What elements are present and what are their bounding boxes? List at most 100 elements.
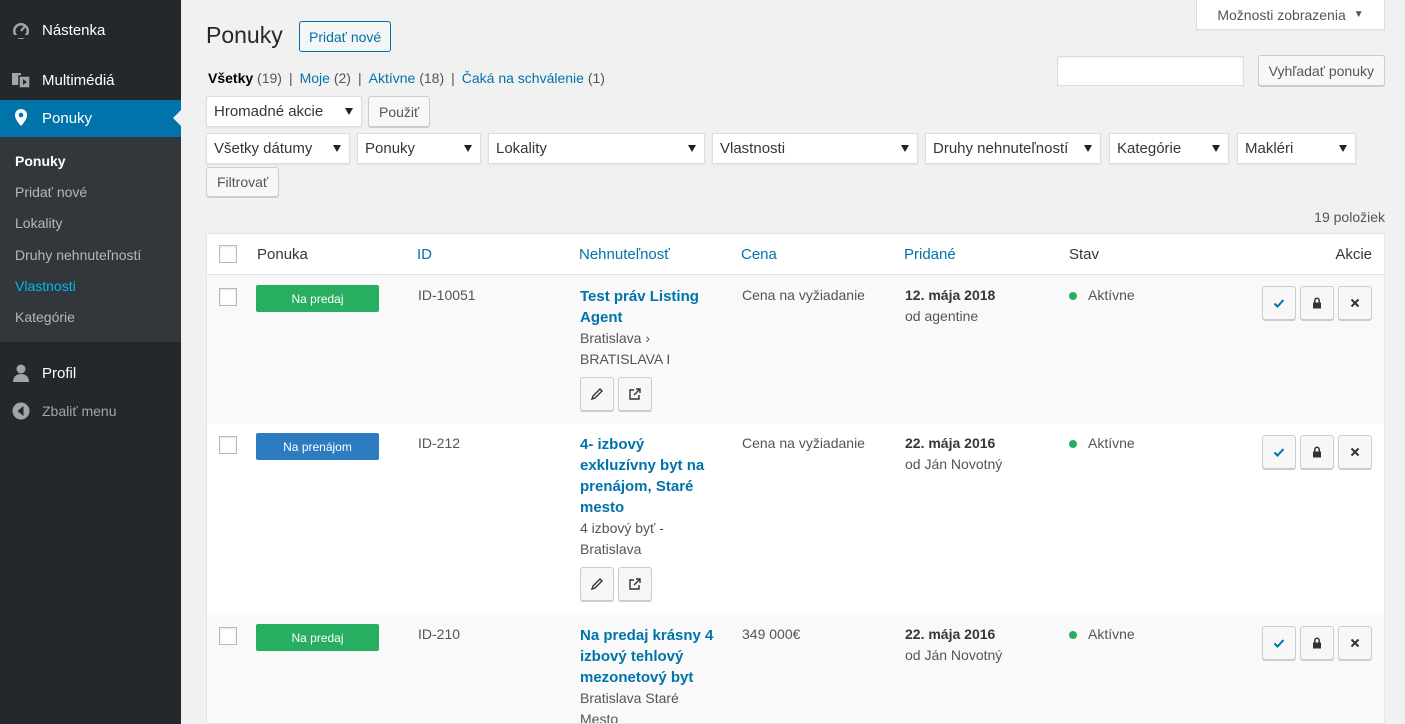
listing-title-link[interactable]: 4- izbový exkluzívny byt na prenájom, Star…	[580, 434, 725, 518]
listing-status: Aktívne	[1088, 626, 1135, 642]
filter-agents-select[interactable]: Makléri	[1237, 133, 1356, 164]
external-link-icon	[629, 388, 641, 400]
location-pin-icon	[11, 108, 31, 128]
view-all[interactable]: Všetky	[208, 70, 253, 86]
listing-price: 349 000€	[742, 626, 801, 642]
lock-icon	[1313, 637, 1321, 649]
check-icon	[1273, 299, 1285, 308]
row-checkbox[interactable]	[219, 627, 237, 645]
delete-button[interactable]	[1338, 286, 1372, 320]
admin-sidebar: Nástenka Multimédiá Ponuky Ponuky Pridať…	[0, 0, 181, 724]
caret-down-icon	[345, 108, 353, 115]
listing-location: Bratislava › BRATISLAVA I	[580, 330, 671, 367]
caret-down-icon	[901, 145, 909, 152]
view-active[interactable]: Aktívne	[369, 70, 416, 86]
listings-table: Ponuka ID Nehnuteľnosť Cena Pridané Stav…	[206, 233, 1385, 724]
filter-locations-select[interactable]: Lokality	[488, 133, 705, 164]
lock-button[interactable]	[1300, 626, 1334, 660]
listing-location: 4 izbový byť - Bratislava	[580, 520, 664, 557]
screen-options-label: Možnosti zobrazenia	[1217, 6, 1346, 23]
view-mine[interactable]: Moje	[300, 70, 330, 86]
collapse-menu-button[interactable]: Zbaliť menu	[0, 393, 181, 429]
approve-button[interactable]	[1262, 286, 1296, 320]
column-property[interactable]: Nehnuteľnosť	[579, 246, 670, 263]
apply-button[interactable]: Použiť	[368, 96, 431, 127]
close-icon	[1350, 447, 1360, 457]
menu-item-dashboard[interactable]: Nástenka	[0, 12, 181, 48]
delete-button[interactable]	[1338, 626, 1372, 660]
listing-author: od Ján Novotný	[905, 456, 1003, 472]
external-link-icon	[629, 578, 641, 590]
column-actions: Akcie	[1335, 246, 1372, 263]
collapse-icon	[11, 401, 31, 421]
approve-button[interactable]	[1262, 435, 1296, 469]
check-icon	[1273, 639, 1285, 648]
table-row: Na predaj ID-10051 Test práv Listing Agen…	[207, 275, 1384, 424]
submenu-item-properties[interactable]: Vlastnosti	[15, 278, 76, 294]
page-title: Ponuky	[206, 22, 283, 48]
main-content: Možnosti zobrazenia ▼ Ponuky Pridať nové…	[181, 0, 1405, 724]
pencil-icon	[590, 388, 603, 401]
menu-label-media: Multimédiá	[42, 71, 115, 89]
select-all-checkbox[interactable]	[219, 245, 237, 263]
filter-dates-select[interactable]: Všetky dátumy	[206, 133, 350, 164]
edit-button[interactable]	[580, 377, 614, 411]
listing-title-link[interactable]: Na predaj krásny 4 izbový tehlový mezoneto…	[580, 625, 725, 688]
submenu-item-property-types[interactable]: Druhy nehnuteľností	[15, 247, 141, 263]
listing-title-link[interactable]: Test práv Listing Agent	[580, 286, 725, 328]
lock-button[interactable]	[1300, 435, 1334, 469]
column-id[interactable]: ID	[417, 246, 432, 263]
pencil-icon	[590, 578, 603, 591]
bulk-actions-select[interactable]: Hromadné akcie	[206, 96, 362, 127]
menu-item-profile[interactable]: Profil	[0, 355, 181, 391]
view-pending[interactable]: Čaká na schválenie	[462, 70, 584, 86]
edit-button[interactable]	[580, 567, 614, 601]
row-checkbox[interactable]	[219, 436, 237, 454]
status-badge: Na predaj	[256, 285, 379, 312]
filter-button[interactable]: Filtrovať	[206, 167, 280, 197]
status-dot	[1069, 292, 1077, 300]
table-header: Ponuka ID Nehnuteľnosť Cena Pridané Stav…	[207, 234, 1384, 275]
filter-property-types-select[interactable]: Druhy nehnuteľností	[925, 133, 1101, 164]
listing-date: 22. mája 2016	[905, 626, 996, 642]
menu-item-media[interactable]: Multimédiá	[0, 62, 181, 98]
menu-label-collapse: Zbaliť menu	[42, 403, 117, 419]
submenu-item-add-new[interactable]: Pridať nové	[15, 184, 87, 200]
caret-down-icon	[688, 145, 696, 152]
listing-author: od Ján Novotný	[905, 647, 1003, 663]
listing-id: ID-210	[418, 626, 461, 642]
filter-categories-select[interactable]: Kategórie	[1109, 133, 1229, 164]
menu-item-offers[interactable]: Ponuky	[0, 100, 181, 137]
column-offer: Ponuka	[257, 246, 308, 263]
column-status: Stav	[1069, 246, 1100, 263]
filter-offers-select[interactable]: Ponuky	[357, 133, 481, 164]
filter-properties-select[interactable]: Vlastnosti	[712, 133, 918, 164]
submenu-item-locations[interactable]: Lokality	[15, 215, 62, 231]
active-arrow-icon	[173, 110, 181, 126]
listing-author: od agentine	[905, 308, 979, 324]
column-price[interactable]: Cena	[741, 246, 777, 263]
view-button[interactable]	[618, 377, 652, 411]
screen-options-button[interactable]: Možnosti zobrazenia ▼	[1196, 0, 1385, 30]
row-checkbox[interactable]	[219, 288, 237, 306]
lock-button[interactable]	[1300, 286, 1334, 320]
menu-label-dashboard: Nástenka	[42, 21, 106, 39]
caret-down-icon	[333, 145, 341, 152]
delete-button[interactable]	[1338, 435, 1372, 469]
listing-price: Cena na vyžiadanie	[742, 435, 865, 451]
caret-down-icon	[464, 145, 472, 152]
submenu-item-categories[interactable]: Kategórie	[15, 309, 75, 325]
listing-status: Aktívne	[1088, 287, 1135, 303]
add-new-button[interactable]: Pridať nové	[299, 21, 392, 52]
column-added[interactable]: Pridané	[904, 246, 956, 263]
approve-button[interactable]	[1262, 626, 1296, 660]
view-button[interactable]	[618, 567, 652, 601]
caret-down-icon	[1339, 145, 1347, 152]
search-button[interactable]: Vyhľadať ponuky	[1257, 55, 1385, 86]
menu-label-offers: Ponuky	[42, 110, 93, 127]
status-badge: Na predaj	[256, 624, 379, 651]
listing-price: Cena na vyžiadanie	[742, 287, 865, 303]
search-input[interactable]	[1057, 56, 1244, 86]
caret-down-icon	[1084, 145, 1092, 152]
submenu-item-offers[interactable]: Ponuky	[15, 153, 66, 169]
